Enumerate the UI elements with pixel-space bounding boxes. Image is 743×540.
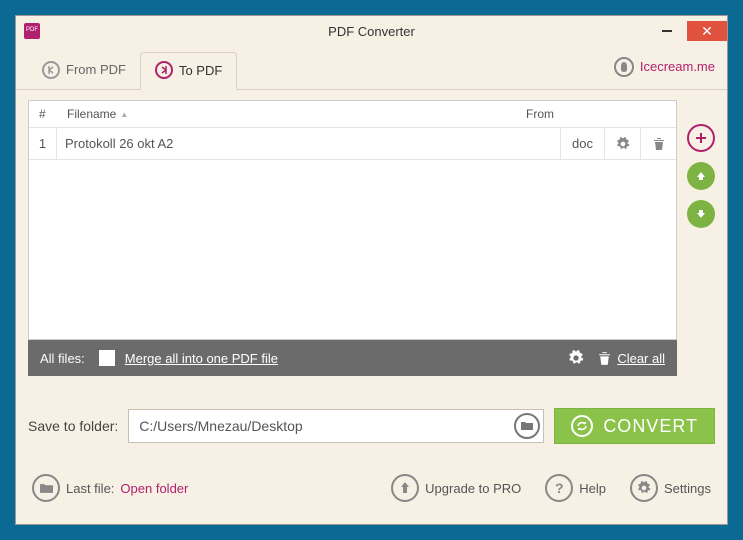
icecream-icon [614, 57, 634, 77]
add-file-button[interactable] [687, 124, 715, 152]
help-button[interactable]: ? Help [545, 474, 606, 502]
tab-to-pdf[interactable]: To PDF [140, 52, 237, 90]
upgrade-icon [391, 474, 419, 502]
brand-link[interactable]: Icecream.me [614, 57, 715, 85]
action-bar: All files: Merge all into one PDF file C… [28, 340, 677, 376]
tab-to-label: To PDF [179, 63, 222, 78]
convert-label: CONVERT [603, 416, 698, 437]
side-buttons [687, 100, 715, 340]
merge-checkbox[interactable] [99, 350, 115, 366]
settings-button[interactable]: Settings [630, 474, 711, 502]
upgrade-button[interactable]: Upgrade to PRO [391, 474, 521, 502]
merge-label[interactable]: Merge all into one PDF file [125, 351, 278, 366]
trash-icon [653, 137, 665, 151]
open-folder-link[interactable]: Open folder [120, 481, 188, 496]
convert-button[interactable]: CONVERT [554, 408, 715, 444]
tab-from-pdf[interactable]: From PDF [28, 53, 140, 89]
upgrade-label: Upgrade to PRO [425, 481, 521, 496]
titlebar: PDF Converter ✕ [16, 16, 727, 46]
col-from[interactable]: From [526, 107, 666, 121]
from-pdf-icon [42, 61, 60, 79]
last-file-folder-button[interactable] [32, 474, 60, 502]
refresh-icon [571, 415, 593, 437]
row-from: doc [560, 128, 604, 159]
save-label: Save to folder: [28, 418, 118, 434]
close-button[interactable]: ✕ [687, 21, 727, 41]
arrow-down-icon [695, 208, 707, 220]
tab-from-label: From PDF [66, 62, 126, 77]
save-path-input[interactable] [128, 409, 544, 443]
settings-label: Settings [664, 481, 711, 496]
footer: Last file: Open folder Upgrade to PRO ? … [16, 456, 727, 512]
table-header: # Filename ▲ From [29, 101, 676, 128]
gear-icon [630, 474, 658, 502]
row-delete-button[interactable] [640, 128, 676, 159]
clear-all-label: Clear all [617, 351, 665, 366]
col-number[interactable]: # [39, 107, 67, 121]
file-table: # Filename ▲ From 1 Protokoll 26 okt A2 … [28, 100, 677, 340]
window-title: PDF Converter [328, 24, 415, 39]
to-pdf-icon [155, 61, 173, 79]
gear-icon [568, 350, 584, 366]
last-file-label: Last file: [66, 481, 114, 496]
gear-icon [616, 137, 630, 151]
table-row[interactable]: 1 Protokoll 26 okt A2 doc [29, 128, 676, 160]
sort-asc-icon: ▲ [120, 110, 128, 119]
app-window: PDF Converter ✕ From PDF To PDF Icecream… [15, 15, 728, 525]
row-number: 1 [29, 128, 57, 159]
plus-icon [694, 131, 708, 145]
tab-bar: From PDF To PDF Icecream.me [16, 46, 727, 90]
help-icon: ? [545, 474, 573, 502]
folder-icon [40, 483, 53, 494]
arrow-up-icon [695, 170, 707, 182]
row-settings-button[interactable] [604, 128, 640, 159]
trash-icon [598, 351, 611, 366]
help-label: Help [579, 481, 606, 496]
all-files-label: All files: [40, 351, 85, 366]
col-filename[interactable]: Filename ▲ [67, 107, 526, 121]
app-icon [24, 23, 40, 39]
save-row: Save to folder: CONVERT [16, 382, 727, 456]
row-filename: Protokoll 26 okt A2 [57, 136, 560, 151]
clear-all-button[interactable]: Clear all [598, 351, 665, 366]
folder-icon [521, 421, 533, 431]
move-up-button[interactable] [687, 162, 715, 190]
brand-label: Icecream.me [640, 59, 715, 74]
batch-settings-button[interactable] [568, 350, 584, 366]
move-down-button[interactable] [687, 200, 715, 228]
minimize-button[interactable] [647, 21, 687, 41]
